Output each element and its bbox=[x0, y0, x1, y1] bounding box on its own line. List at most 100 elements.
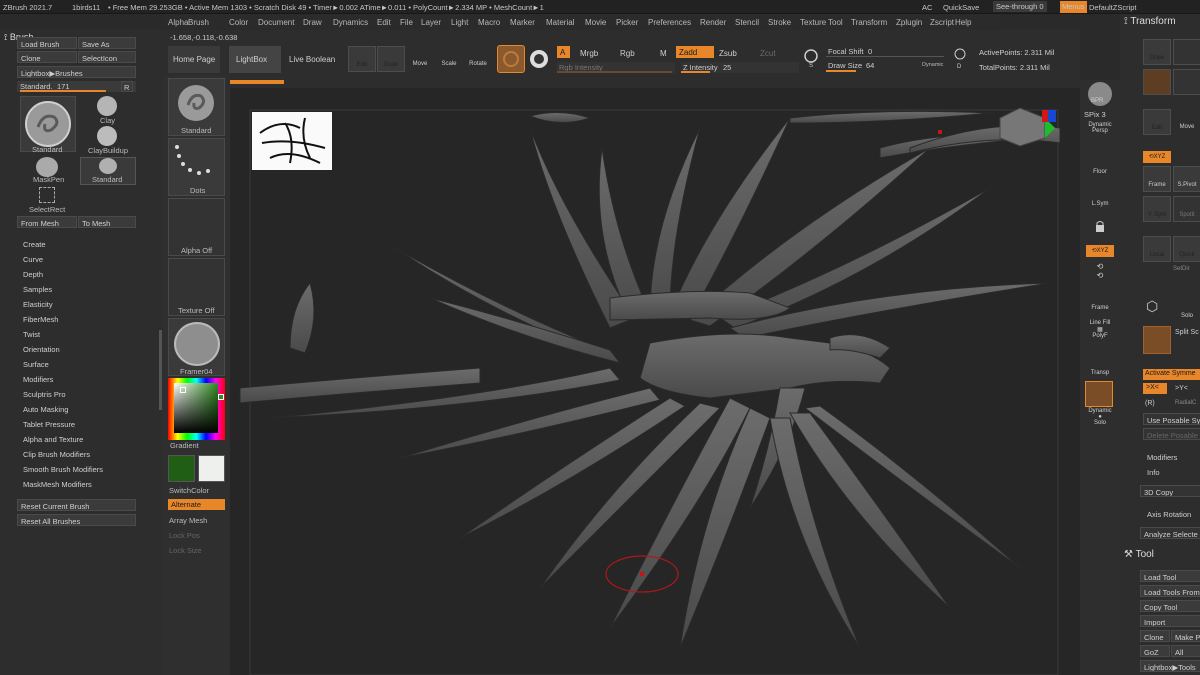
focal-shift-slider[interactable]: Focal Shift 0 bbox=[826, 46, 946, 58]
clone-tool-button[interactable]: Clone bbox=[1140, 630, 1170, 642]
to-mesh-button[interactable]: To Mesh bbox=[78, 216, 136, 228]
floor-button[interactable]: Floor bbox=[1088, 158, 1112, 180]
subpalette-depth[interactable]: Depth bbox=[23, 270, 43, 279]
subpalette-curve[interactable]: Curve bbox=[23, 255, 43, 264]
load-tools-from-button[interactable]: Load Tools From bbox=[1140, 585, 1200, 597]
ghost-transparency-button[interactable] bbox=[1085, 381, 1113, 407]
menus-toggle[interactable]: Menus bbox=[1060, 1, 1087, 13]
lock-icon[interactable] bbox=[1088, 220, 1112, 234]
subpalette-modifiers[interactable]: Modifiers bbox=[23, 375, 53, 384]
transform-move-button[interactable]: Move bbox=[1173, 109, 1200, 135]
zcut-button[interactable]: Zcut bbox=[760, 49, 776, 58]
make-polymesh-button[interactable]: Make P bbox=[1171, 630, 1200, 642]
rotate-mode-button[interactable]: Rotate bbox=[464, 46, 492, 72]
transform-xyz-button[interactable]: ⟲XYZ bbox=[1143, 151, 1171, 163]
rgb-intensity-slider[interactable]: Rgb Intensity bbox=[557, 62, 675, 73]
shelf-standard-brush[interactable]: Standard bbox=[168, 78, 225, 136]
menu-stencil[interactable]: Stencil bbox=[735, 18, 759, 27]
cube-icon[interactable]: ⬡ bbox=[1146, 298, 1166, 318]
use-posable-symmetry-button[interactable]: Use Posable Syr bbox=[1143, 413, 1200, 425]
transform-spivot-button[interactable]: S.Pivot bbox=[1173, 166, 1200, 192]
menu-marker[interactable]: Marker bbox=[510, 18, 535, 27]
a-toggle[interactable]: A bbox=[557, 46, 570, 58]
menu-alpha[interactable]: Alpha bbox=[168, 18, 188, 27]
modifiers-subpalette[interactable]: Modifiers bbox=[1147, 453, 1177, 462]
menu-stroke[interactable]: Stroke bbox=[768, 18, 791, 27]
default-zscript-button[interactable]: DefaultZScript bbox=[1089, 3, 1137, 12]
local-symmetry-button[interactable]: L.Sym bbox=[1088, 190, 1112, 212]
switch-color-button[interactable]: SwitchColor bbox=[169, 486, 209, 495]
tab-lightbox[interactable]: LightBox bbox=[229, 46, 281, 73]
claybuildup-brush-icon[interactable] bbox=[97, 126, 117, 146]
draw-mode-button[interactable]: Draw bbox=[377, 46, 405, 72]
transform-blank-button[interactable] bbox=[1173, 69, 1200, 95]
radial-count-slider[interactable]: RadialC bbox=[1175, 400, 1196, 406]
document-canvas[interactable] bbox=[230, 88, 1080, 675]
scale-mode-button[interactable]: Scale bbox=[435, 46, 463, 72]
menu-layer[interactable]: Layer bbox=[421, 18, 441, 27]
dynamic-persp-button[interactable]: Dynamic Persp bbox=[1084, 122, 1116, 142]
menu-brush[interactable]: Brush bbox=[188, 18, 209, 27]
menu-edit[interactable]: Edit bbox=[377, 18, 391, 27]
z-intensity-slider[interactable]: Z Intensity 25 bbox=[681, 62, 799, 73]
menu-render[interactable]: Render bbox=[700, 18, 726, 27]
edit-mode-button[interactable]: Edit bbox=[348, 46, 376, 72]
see-through-slider[interactable]: See-through 0 bbox=[993, 1, 1047, 12]
sym-x-button[interactable]: >X< bbox=[1143, 383, 1167, 394]
r-button[interactable]: R bbox=[121, 81, 133, 92]
sym-r-button[interactable]: (R) bbox=[1145, 400, 1155, 407]
menu-movie[interactable]: Movie bbox=[585, 18, 606, 27]
lock-size-button[interactable]: Lock Size bbox=[169, 546, 202, 555]
quicksave-button[interactable]: QuickSave bbox=[943, 3, 979, 12]
transform-edit-button[interactable]: Edit bbox=[1143, 109, 1171, 135]
menu-tool[interactable]: Tool bbox=[828, 18, 843, 27]
menu-dynamics[interactable]: Dynamics bbox=[333, 18, 368, 27]
clay-brush-icon[interactable] bbox=[97, 96, 117, 116]
transform-ysym-button[interactable]: Y. Sym bbox=[1143, 196, 1171, 222]
menu-file[interactable]: File bbox=[400, 18, 413, 27]
subpalette-orientation[interactable]: Orientation bbox=[23, 345, 60, 354]
standard-slider[interactable]: Standard. 171 bbox=[17, 81, 136, 92]
subpalette-create[interactable]: Create bbox=[23, 240, 46, 249]
info-subpalette[interactable]: Info bbox=[1147, 468, 1160, 477]
alternate-toggle[interactable]: Alternate bbox=[168, 499, 225, 510]
menu-texture[interactable]: Texture bbox=[800, 18, 826, 27]
transform-setdir-button[interactable]: SetDir bbox=[1173, 266, 1200, 292]
rotate-axis-icons[interactable]: ⟲ ⟲ bbox=[1088, 262, 1112, 284]
rgb-button[interactable]: Rgb bbox=[620, 49, 635, 58]
subpalette-clip-brush-modifiers[interactable]: Clip Brush Modifiers bbox=[23, 450, 90, 459]
m-button[interactable]: M bbox=[660, 49, 667, 58]
import-button[interactable]: Import bbox=[1140, 615, 1200, 627]
standard-brush-slot[interactable]: Standard bbox=[80, 157, 136, 185]
copy-tool-button[interactable]: Copy Tool bbox=[1140, 600, 1200, 612]
activate-symmetry-button[interactable]: Activate Symme bbox=[1143, 369, 1200, 380]
subpalette-fibermesh[interactable]: FiberMesh bbox=[23, 315, 58, 324]
menu-preferences[interactable]: Preferences bbox=[648, 18, 691, 27]
analyze-selected-button[interactable]: Analyze Selecte bbox=[1140, 527, 1200, 539]
menu-color[interactable]: Color bbox=[229, 18, 248, 27]
zsub-button[interactable]: Zsub bbox=[719, 49, 737, 58]
axis-rotation-subpalette[interactable]: Axis Rotation bbox=[1147, 510, 1191, 519]
transform-draw-button[interactable]: Draw bbox=[1143, 39, 1171, 65]
material-swatch-button[interactable] bbox=[497, 45, 525, 73]
shelf-dots-stroke[interactable]: Dots bbox=[168, 138, 225, 196]
transform-material-button[interactable] bbox=[1143, 69, 1171, 95]
subpalette-samples[interactable]: Samples bbox=[23, 285, 52, 294]
transform-edit-faded[interactable] bbox=[1173, 39, 1200, 65]
selectrect-brush-icon[interactable] bbox=[39, 187, 55, 203]
main-color-swatch[interactable] bbox=[168, 455, 195, 482]
reset-current-brush-button[interactable]: Reset Current Brush bbox=[17, 499, 136, 511]
3d-copy-subpalette[interactable]: 3D Copy bbox=[1140, 485, 1200, 497]
left-panel-scrollbar[interactable] bbox=[159, 330, 162, 410]
transform-spotit-button[interactable]: Spotit bbox=[1173, 196, 1200, 222]
subpalette-twist[interactable]: Twist bbox=[23, 330, 40, 339]
transp-button[interactable]: Transp bbox=[1085, 358, 1115, 378]
current-brush-thumbnail[interactable] bbox=[20, 96, 76, 152]
reset-all-brushes-button[interactable]: Reset All Brushes bbox=[17, 514, 136, 526]
save-as-button[interactable]: Save As bbox=[78, 37, 136, 49]
zadd-button[interactable]: Zadd bbox=[676, 46, 714, 58]
move-mode-button[interactable]: Move bbox=[406, 46, 434, 72]
lightbox-brushes-button[interactable]: Lightbox▶Brushes bbox=[17, 66, 136, 78]
subpalette-elasticity[interactable]: Elasticity bbox=[23, 300, 53, 309]
menu-zscript[interactable]: Zscript bbox=[930, 18, 954, 27]
